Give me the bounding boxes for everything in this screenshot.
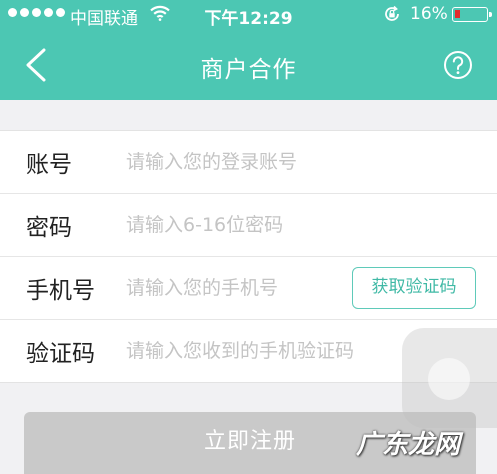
assistive-touch-button[interactable] — [402, 328, 497, 428]
phone-label: 手机号 — [26, 278, 95, 304]
phone-row: 手机号 获取验证码 — [0, 257, 497, 320]
battery-percent: 16% — [410, 4, 448, 24]
code-label: 验证码 — [26, 341, 95, 367]
navigation-bar: 商户合作 — [0, 30, 497, 100]
account-label: 账号 — [26, 152, 72, 178]
password-row: 密码 — [0, 194, 497, 257]
page-title: 商户合作 — [200, 57, 297, 83]
get-code-button[interactable]: 获取验证码 — [352, 267, 476, 309]
phone-input[interactable] — [126, 271, 346, 305]
account-input[interactable] — [126, 145, 346, 179]
password-label: 密码 — [26, 215, 72, 241]
battery-icon — [452, 7, 492, 22]
account-row: 账号 — [0, 131, 497, 194]
password-input[interactable] — [126, 208, 346, 242]
status-bar: 中国联通 下午12:29 16% — [0, 0, 497, 30]
rotation-lock-icon — [385, 5, 399, 21]
help-button[interactable] — [443, 50, 473, 80]
watermark: 广东龙网 — [356, 430, 461, 460]
